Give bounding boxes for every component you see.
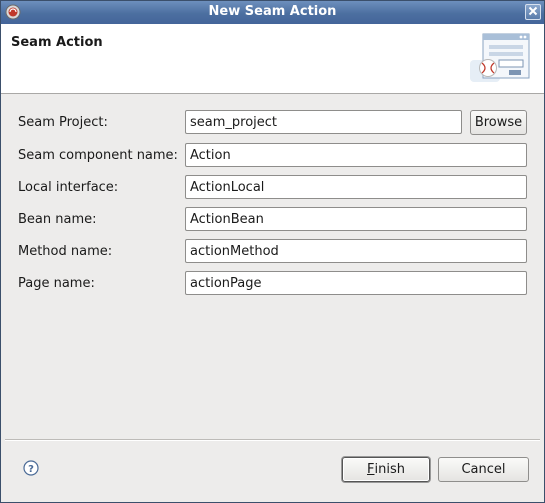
page-name-field[interactable] <box>185 271 527 295</box>
page-name-label: Page name: <box>18 276 95 291</box>
browse-button[interactable]: Browse <box>470 110 527 135</box>
bean-name-field[interactable] <box>185 207 527 231</box>
banner-title: Seam Action <box>11 35 103 50</box>
bean-name-label: Bean name: <box>18 212 97 227</box>
new-seam-action-dialog: New Seam Action Seam Action Seam Project… <box>0 0 545 503</box>
seam-component-name-label: Seam component name: <box>18 148 178 163</box>
local-interface-field[interactable] <box>185 175 527 199</box>
local-interface-label: Local interface: <box>18 180 119 195</box>
seam-component-name-field[interactable] <box>185 143 527 167</box>
window-title: New Seam Action <box>208 4 337 19</box>
seam-wizard-banner-icon <box>466 30 532 88</box>
title-bar[interactable]: New Seam Action <box>1 1 544 25</box>
svg-text:?: ? <box>28 464 34 475</box>
finish-button[interactable]: Finish <box>342 457 430 482</box>
seam-project-field[interactable] <box>185 110 462 134</box>
method-name-field[interactable] <box>185 239 527 263</box>
wizard-banner: Seam Action <box>1 24 544 94</box>
method-name-label: Method name: <box>18 244 113 259</box>
help-icon[interactable]: ? <box>23 460 39 476</box>
close-icon <box>528 5 538 20</box>
cancel-button[interactable]: Cancel <box>438 457 529 482</box>
close-button[interactable] <box>525 4 541 20</box>
seam-project-label: Seam Project: <box>18 115 108 130</box>
footer-separator <box>5 439 540 441</box>
finish-label: inish <box>374 462 405 477</box>
finish-mnemonic: F <box>367 462 375 477</box>
